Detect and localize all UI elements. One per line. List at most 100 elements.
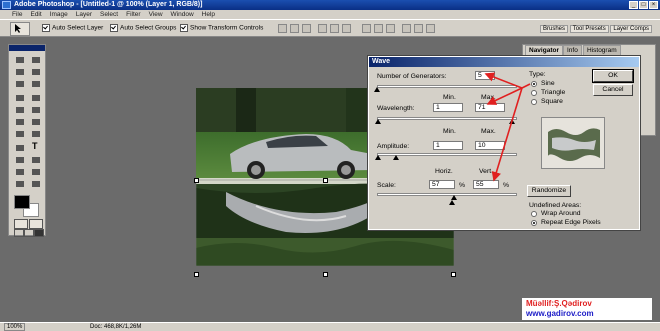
distribute-right-icon[interactable]: [426, 24, 435, 33]
menu-select[interactable]: Select: [100, 11, 118, 18]
tab-navigator[interactable]: Navigator: [525, 45, 563, 56]
wavelength-min-label: Min.: [443, 94, 456, 101]
type-triangle-radio[interactable]: [531, 90, 537, 96]
preview-thumbnail: [548, 128, 600, 161]
slice-tool-icon[interactable]: [29, 79, 43, 90]
wavelength-max-thumb[interactable]: [509, 119, 515, 124]
align-vcenter-icon[interactable]: [290, 24, 299, 33]
move-tool-icon[interactable]: [29, 55, 43, 66]
menu-window[interactable]: Window: [171, 11, 194, 18]
tab-histogram[interactable]: Histogram: [583, 45, 621, 56]
dodge-tool-icon[interactable]: [29, 129, 43, 140]
scale-vert-label: Vert.: [479, 168, 493, 175]
move-tool-preset-button[interactable]: [10, 22, 30, 36]
zoom-tool-icon[interactable]: [29, 179, 43, 190]
wavelength-slider[interactable]: [377, 117, 517, 120]
screen-mode-full-menu-icon[interactable]: [24, 229, 34, 237]
menu-image[interactable]: Image: [50, 11, 68, 18]
tab-info[interactable]: Info: [563, 45, 582, 56]
notes-tool-icon[interactable]: [13, 167, 27, 178]
cancel-button[interactable]: Cancel: [593, 84, 633, 96]
checkbox-icon: [180, 24, 188, 32]
distribute-top-icon[interactable]: [362, 24, 371, 33]
transform-handle-bl[interactable]: [194, 272, 199, 277]
history-brush-tool-icon[interactable]: [29, 105, 43, 116]
wavelength-max-input[interactable]: 71: [475, 103, 505, 112]
menu-help[interactable]: Help: [202, 11, 215, 18]
transform-handle-tl[interactable]: [194, 178, 199, 183]
menu-layer[interactable]: Layer: [76, 11, 92, 18]
palette-tab-brushes[interactable]: Brushes: [540, 25, 569, 33]
credit-url: www.gadirov.com: [526, 309, 594, 318]
healing-brush-tool-icon[interactable]: [13, 93, 27, 104]
wrap-around-radio[interactable]: [531, 211, 537, 217]
menu-view[interactable]: View: [149, 11, 163, 18]
quick-mask-mode-icon[interactable]: [29, 219, 43, 229]
align-right-icon[interactable]: [342, 24, 351, 33]
distribute-bottom-icon[interactable]: [386, 24, 395, 33]
menu-file[interactable]: File: [12, 11, 22, 18]
eyedropper-tool-icon[interactable]: [29, 167, 43, 178]
marquee-tool-icon[interactable]: [13, 55, 27, 66]
maximize-button[interactable]: □: [639, 1, 648, 9]
magic-wand-tool-icon[interactable]: [29, 67, 43, 78]
amplitude-label: Amplitude:: [377, 143, 410, 150]
align-left-icon[interactable]: [318, 24, 327, 33]
type-sine-radio[interactable]: [531, 81, 537, 87]
scale-horiz-input[interactable]: 57: [429, 180, 455, 189]
show-transform-controls-checkbox[interactable]: Show Transform Controls: [180, 24, 263, 32]
scale-vert-thumb[interactable]: [449, 200, 455, 205]
amplitude-min-thumb[interactable]: [375, 155, 381, 160]
generators-input[interactable]: 5: [475, 71, 495, 80]
repeat-edge-pixels-radio[interactable]: [531, 220, 537, 226]
wavelength-min-thumb[interactable]: [375, 119, 381, 124]
scale-vert-input[interactable]: 55: [473, 180, 499, 189]
distribute-left-icon[interactable]: [402, 24, 411, 33]
distribute-vcenter-icon[interactable]: [374, 24, 383, 33]
scale-slider[interactable]: [377, 193, 517, 196]
shape-tool-icon[interactable]: [29, 155, 43, 166]
amplitude-max-thumb[interactable]: [393, 155, 399, 160]
screen-mode-standard-icon[interactable]: [14, 229, 24, 237]
auto-select-layer-checkbox[interactable]: Auto Select Layer: [42, 24, 103, 32]
type-tool-icon[interactable]: T: [32, 141, 38, 151]
align-top-icon[interactable]: [278, 24, 287, 33]
align-hcenter-icon[interactable]: [330, 24, 339, 33]
menu-filter[interactable]: Filter: [126, 11, 140, 18]
palette-tab-tool-presets[interactable]: Tool Presets: [569, 25, 609, 33]
pen-tool-icon[interactable]: [13, 155, 27, 166]
clone-stamp-tool-icon[interactable]: [13, 105, 27, 116]
randomize-button[interactable]: Randomize: [527, 185, 571, 197]
scale-label: Scale:: [377, 182, 396, 189]
menu-bar: File Edit Image Layer Select Filter View Window…: [0, 10, 660, 19]
amplitude-max-input[interactable]: 10: [475, 141, 505, 150]
standard-mode-icon[interactable]: [14, 219, 28, 229]
minimize-button[interactable]: _: [629, 1, 638, 9]
close-button[interactable]: ×: [649, 1, 658, 9]
screen-mode-full-icon[interactable]: [34, 229, 44, 237]
lasso-tool-icon[interactable]: [13, 67, 27, 78]
amplitude-min-input[interactable]: 1: [433, 141, 463, 150]
transform-handle-br[interactable]: [451, 272, 456, 277]
auto-select-groups-checkbox[interactable]: Auto Select Groups: [110, 24, 176, 32]
palette-tab-layer-comps[interactable]: Layer Comps: [610, 25, 653, 33]
type-triangle-label: Triangle: [541, 89, 566, 96]
align-bottom-icon[interactable]: [302, 24, 311, 33]
path-selection-tool-icon[interactable]: [13, 143, 27, 154]
gradient-tool-icon[interactable]: [29, 117, 43, 128]
crop-tool-icon[interactable]: [13, 79, 27, 90]
distribute-hcenter-icon[interactable]: [414, 24, 423, 33]
menu-edit[interactable]: Edit: [30, 11, 41, 18]
transform-handle-bc[interactable]: [323, 272, 328, 277]
ok-button[interactable]: OK: [592, 69, 634, 83]
blur-tool-icon[interactable]: [13, 129, 27, 140]
brush-tool-icon[interactable]: [29, 93, 43, 104]
generators-slider-thumb[interactable]: [374, 87, 380, 92]
transform-handle-tc[interactable]: [323, 178, 328, 183]
wavelength-min-input[interactable]: 1: [433, 103, 463, 112]
type-square-radio[interactable]: [531, 99, 537, 105]
generators-slider[interactable]: [377, 85, 517, 88]
hand-tool-icon[interactable]: [13, 179, 27, 190]
eraser-tool-icon[interactable]: [13, 117, 27, 128]
wrap-around-label: Wrap Around: [541, 210, 581, 217]
